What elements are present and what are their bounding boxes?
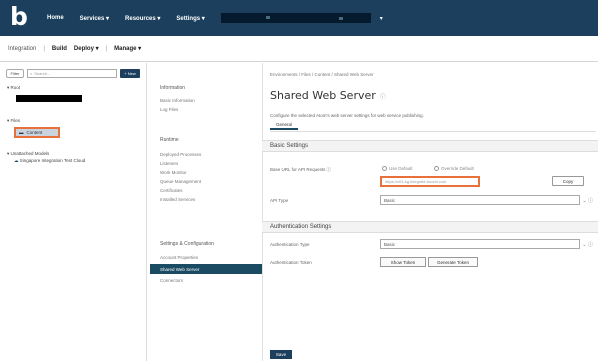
divider: | <box>43 45 45 52</box>
select-value: Basic <box>384 197 396 203</box>
left-tree-panel: Filter ⌕ Search... + New ▾ Root ▾ Files … <box>0 63 147 361</box>
chevron-down-icon: ⌄ ⓘ <box>582 241 593 248</box>
base-url-label: Base URL for API Requests ⓘ <box>270 167 332 172</box>
menu-item-basic-information[interactable]: Basic Information <box>160 98 195 103</box>
new-button[interactable]: + New <box>120 69 140 78</box>
radio-circle <box>382 166 387 171</box>
copy-button[interactable]: Copy <box>552 176 584 186</box>
redacted-tree-item[interactable] <box>16 95 82 102</box>
menu-item-log-files[interactable]: Log Files <box>160 107 178 112</box>
sub-navigation-bar: Integration | Build Deploy ▾ | Manage ▾ <box>0 36 598 62</box>
section-header-information: Information <box>160 85 186 91</box>
filter-row: Filter ⌕ Search... + New <box>6 69 140 78</box>
folder-icon: ▬ <box>19 130 24 135</box>
section-header-settings: Settings & Configuration <box>160 241 214 247</box>
tree-item-files[interactable]: ▾ Files <box>7 118 20 124</box>
radio-label: Override Default <box>441 166 474 171</box>
nav-home[interactable]: Home <box>47 15 64 22</box>
generate-token-button[interactable]: Generate Token <box>428 257 478 267</box>
search-input[interactable]: ⌕ Search... <box>27 69 117 78</box>
main-nav: Home Services ▾ Resources ▾ Settings ▾ <box>47 15 205 22</box>
menu-item-shared-web-server[interactable]: Shared Web Server <box>150 264 262 274</box>
tree-item-cloud[interactable]: ☁ Singapore Integration Test Cloud <box>14 158 85 164</box>
tab-general[interactable]: General <box>270 121 299 130</box>
page-description: Configure the selected Atom's web server… <box>270 113 424 118</box>
select-value: Basic <box>384 241 396 247</box>
save-button[interactable]: Save <box>270 350 292 359</box>
menu-item-queue-management[interactable]: Queue Management <box>160 179 201 184</box>
redaction-mark <box>265 16 270 19</box>
search-icon: ⌕ <box>30 71 33 76</box>
account-selector[interactable]: ▾ <box>220 13 383 23</box>
info-icon[interactable]: ⓘ <box>380 94 386 101</box>
section-authentication-settings: Authentication Settings <box>262 221 598 233</box>
auth-type-select[interactable]: Basic ⌄ ⓘ <box>380 239 593 249</box>
page-title: Shared Web Server ⓘ <box>270 89 386 102</box>
tree-item-root[interactable]: ▾ Root <box>7 85 20 91</box>
nav-resources[interactable]: Resources ▾ <box>125 15 160 22</box>
menu-item-installed-services[interactable]: Installed Services <box>160 197 195 202</box>
filter-button[interactable]: Filter <box>6 69 24 78</box>
subnav-build[interactable]: Build <box>52 46 67 52</box>
chevron-down-icon: ▾ <box>379 15 383 22</box>
boomi-logo[interactable]: b <box>10 4 35 32</box>
show-token-button[interactable]: Show Token <box>380 257 426 267</box>
menu-item-connectors[interactable]: Connectors <box>160 278 183 283</box>
menu-item-listeners[interactable]: Listeners <box>160 161 178 166</box>
main-content: Environments / Files / Content / Shared … <box>262 63 598 361</box>
auth-type-label: Authentication Type <box>270 242 310 247</box>
tree-item-label: Singapore Integration Test Cloud <box>19 158 86 163</box>
api-type-select[interactable]: Basic ⌄ ⓘ <box>380 195 593 205</box>
menu-item-certificates[interactable]: Certificates <box>160 188 183 193</box>
api-type-label: API Type <box>270 198 289 203</box>
menu-item-work-monitor[interactable]: Work Monitor <box>160 170 187 175</box>
settings-menu-panel: Information Basic Information Log Files … <box>150 63 264 361</box>
nav-settings[interactable]: Settings ▾ <box>176 15 204 22</box>
redaction-mark <box>338 17 343 20</box>
tree-item-label: Content <box>26 130 43 135</box>
tree-item-unattached[interactable]: ▾ Unattached Models <box>7 151 49 157</box>
top-navigation-bar: b Home Services ▾ Resources ▾ Settings ▾… <box>0 0 598 36</box>
section-header-runtime: Runtime <box>160 137 179 143</box>
subnav-deploy[interactable]: Deploy ▾ <box>74 45 99 52</box>
chevron-down-icon: ⌄ ⓘ <box>582 197 593 204</box>
subnav-manage[interactable]: Manage ▾ <box>114 45 141 52</box>
nav-services[interactable]: Services ▾ <box>80 15 109 22</box>
divider: | <box>105 45 108 52</box>
radio-use-default[interactable]: Use Default <box>382 166 413 171</box>
tab-underline <box>270 131 596 132</box>
section-basic-settings: Basic Settings <box>262 140 598 152</box>
radio-override-default[interactable]: Override Default <box>434 166 474 171</box>
base-url-field[interactable]: https://c01-sg.integrate.boomi.com <box>380 176 480 187</box>
radio-circle <box>434 166 439 171</box>
tree-item-content[interactable]: ▬ Content <box>14 127 60 138</box>
breadcrumb[interactable]: Environments / Files / Content / Shared … <box>270 72 373 77</box>
menu-item-deployed-processes[interactable]: Deployed Processes <box>160 152 201 157</box>
auth-token-label: Authentication Token <box>270 260 312 265</box>
cloud-icon: ☁ <box>14 158 19 163</box>
menu-item-account-properties[interactable]: Account Properties <box>160 255 198 260</box>
search-placeholder: Search... <box>34 71 51 76</box>
radio-label: Use Default <box>389 166 413 171</box>
subnav-integration[interactable]: Integration <box>8 46 36 52</box>
page-title-text: Shared Web Server <box>270 89 376 102</box>
